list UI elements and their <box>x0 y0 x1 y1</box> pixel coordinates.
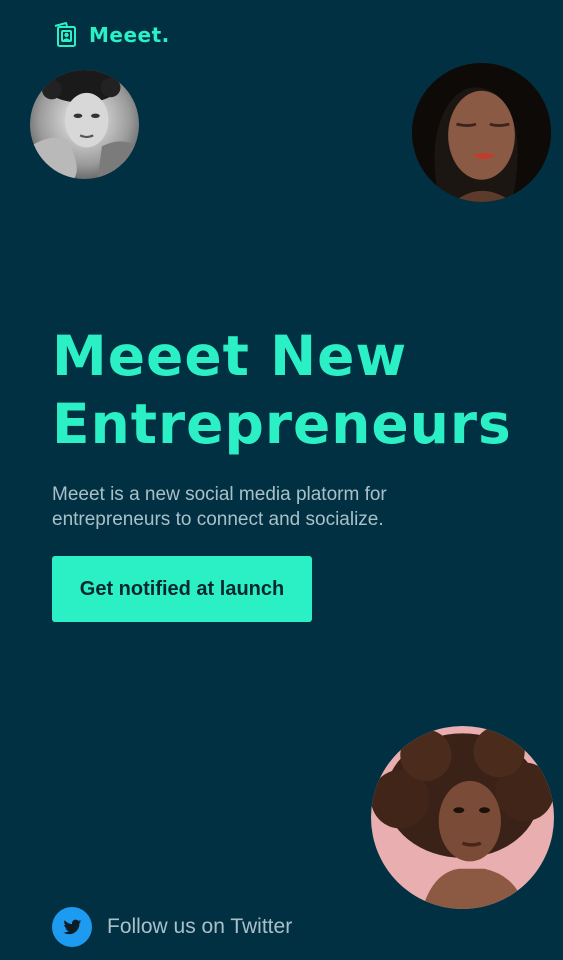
avatar-woman-eyes-closed <box>412 63 551 202</box>
brand-logo[interactable]: Meeet. <box>52 20 170 48</box>
brand-name: Meeet. <box>89 23 170 47</box>
follow-twitter-link[interactable]: Follow us on Twitter <box>52 907 292 947</box>
notify-launch-button[interactable]: Get notified at launch <box>52 556 312 622</box>
hero-description: Meeet is a new social media platorm for … <box>52 484 387 530</box>
avatar-woman-afro <box>371 726 554 909</box>
follow-twitter-label: Follow us on Twitter <box>107 915 293 938</box>
photo-frame-logo-icon <box>54 22 76 47</box>
avatar-man-curly-hair <box>30 70 139 179</box>
hero-headline: Meeet New Entrepreneurs <box>52 324 512 456</box>
twitter-bird-icon <box>52 907 92 947</box>
